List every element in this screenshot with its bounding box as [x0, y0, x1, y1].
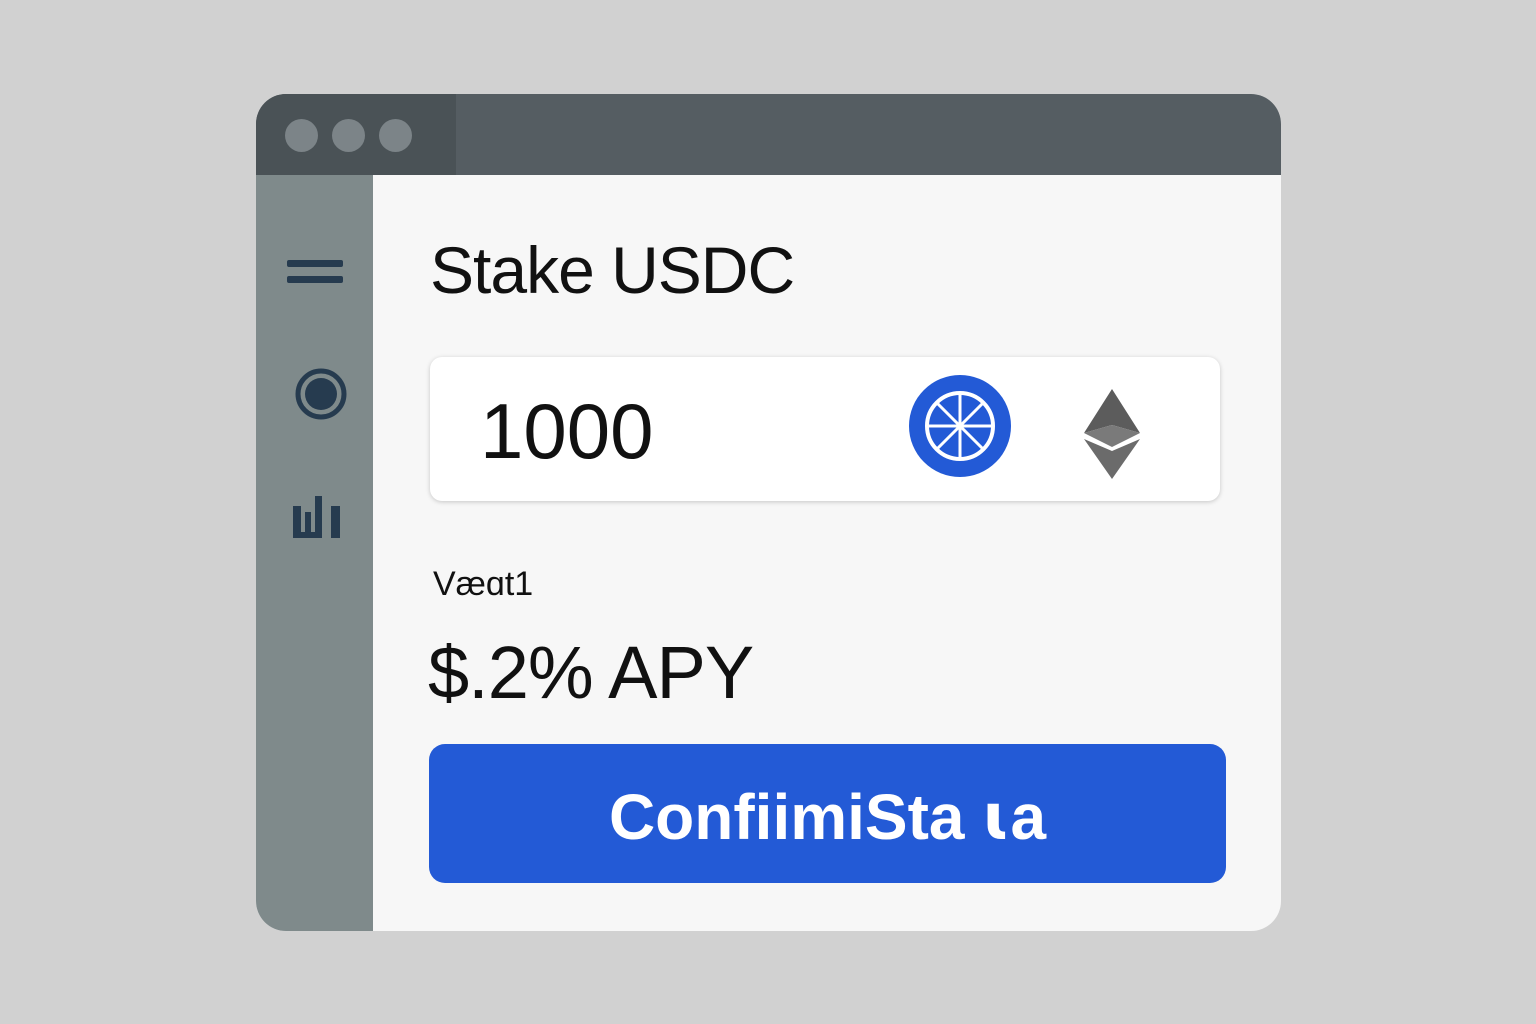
window-control-dot[interactable]: [285, 119, 318, 152]
apy-value: $.2% APY: [428, 631, 754, 714]
window-control-dot[interactable]: [332, 119, 365, 152]
app-window: Stake USDC Væɑt1 $.2% APY ConfiimiSta ꙇa: [256, 94, 1281, 931]
bar-chart-icon[interactable]: [291, 492, 347, 548]
ethereum-icon[interactable]: [1084, 389, 1140, 479]
confirm-stake-button[interactable]: ConfiimiSta ꙇa: [429, 744, 1226, 883]
amount-field-container: [430, 357, 1220, 501]
circle-icon[interactable]: [293, 366, 349, 422]
page-title: Stake USDC: [430, 233, 795, 307]
vault-label: Væɑt1: [433, 565, 534, 603]
token-coin-icon[interactable]: [909, 375, 1011, 477]
window-control-dot[interactable]: [379, 119, 412, 152]
confirm-button-label: ConfiimiSta ꙇa: [608, 781, 1047, 853]
stake-panel: Stake USDC Væɑt1 $.2% APY ConfiimiSta ꙇa: [373, 175, 1281, 931]
amount-input[interactable]: [480, 389, 860, 473]
sidebar: [256, 175, 373, 931]
title-bar: [256, 94, 1281, 175]
menu-icon[interactable]: [285, 257, 345, 291]
